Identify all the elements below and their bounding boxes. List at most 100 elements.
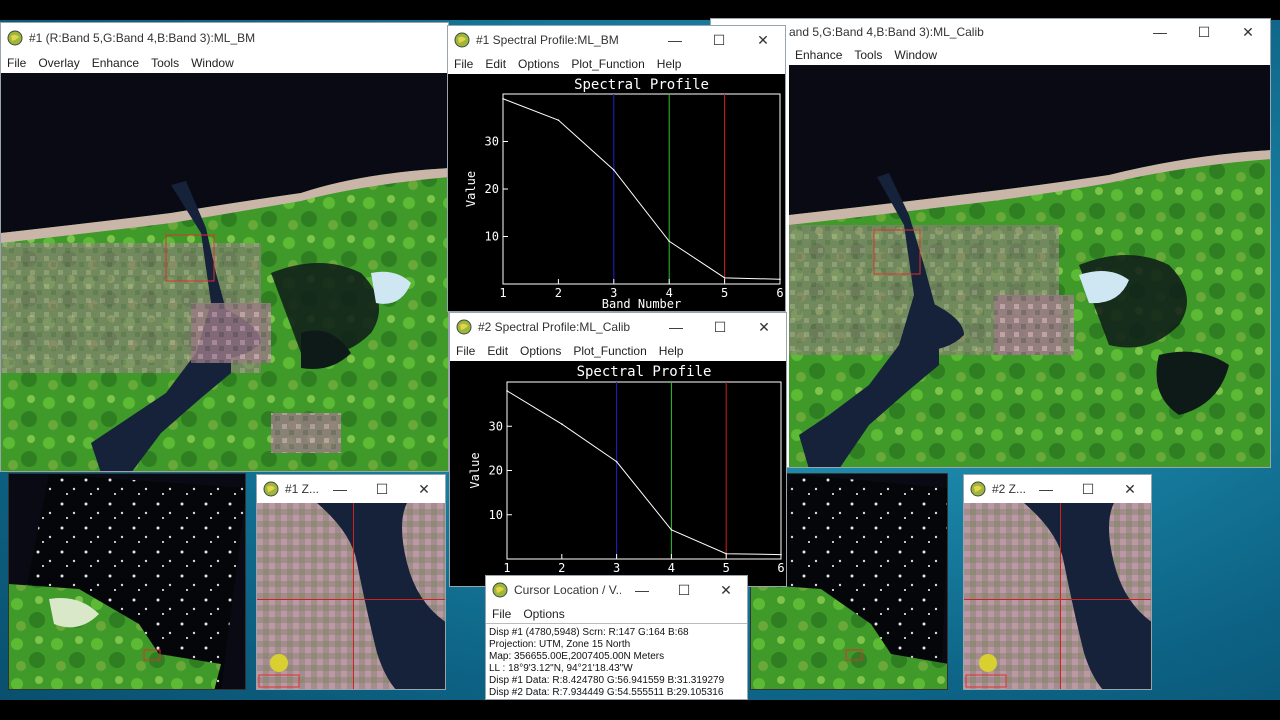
x-tick-label: 2 [558,561,565,575]
zoom-image-2[interactable] [964,503,1151,689]
envi-globe-icon [970,481,986,497]
menu-options[interactable]: Options [512,57,565,71]
zoom-window-2[interactable]: #2 Z... — ☐ ✕ [963,474,1152,690]
image-window-bm-titlebar[interactable]: #1 (R:Band 5,G:Band 4,B:Band 3):ML_BM [1,23,448,53]
image-window-bm[interactable]: #1 (R:Band 5,G:Band 4,B:Band 3):ML_BM Fi… [0,22,449,472]
close-icon[interactable]: ✕ [403,475,445,503]
x-tick-label: 6 [777,561,784,575]
minimize-icon[interactable]: — [621,576,663,604]
spectral-profile-window-1[interactable]: #1 Spectral Profile:ML_BM — ☐ ✕ File Edi… [447,25,786,312]
menu-help[interactable]: Help [651,57,688,71]
zoom-window-2-titlebar[interactable]: #2 Z... — ☐ ✕ [964,475,1151,503]
cursor-location-titlebar[interactable]: Cursor Location / V... — ☐ ✕ [486,576,747,604]
maximize-icon[interactable]: ☐ [663,576,705,604]
menu-tools[interactable]: Tools [145,56,185,70]
menu-options[interactable]: Options [514,344,567,358]
plot-frame [502,93,781,285]
menu-help[interactable]: Help [653,344,690,358]
spectral-profile-2-chart: Spectral Profile 10 20 30 1 2 3 4 5 6 Value [468,364,785,575]
envi-globe-icon [454,32,470,48]
x-tick-label: 2 [555,286,562,300]
x-tick-label: 5 [723,561,730,575]
menu-edit[interactable]: Edit [479,57,512,71]
image-window-bm-title: #1 (R:Band 5,G:Band 4,B:Band 3):ML_BM [29,31,256,45]
x-tick-label: 1 [499,286,506,300]
maximize-icon[interactable]: ☐ [697,26,741,54]
y-tick-label: 20 [489,464,503,478]
close-icon[interactable]: ✕ [1109,475,1151,503]
menu-file[interactable]: File [448,57,479,71]
maximize-icon[interactable]: ☐ [1067,475,1109,503]
menu-file[interactable]: File [450,344,481,358]
satellite-image-bm[interactable] [1,73,448,471]
minimize-icon[interactable]: — [654,313,698,341]
minimize-icon[interactable]: — [1025,475,1067,503]
spectral-profile-1-title: #1 Spectral Profile:ML_BM [476,33,619,47]
data-point [506,390,508,392]
satellite-image-calib[interactable] [789,65,1270,467]
image-window-calib[interactable]: and 5,G:Band 4,B:Band 3):ML_Calib — ☐ ✕ … [710,18,1271,468]
menu-enhance[interactable]: Enhance [789,48,848,62]
image-window-calib-titlebar[interactable]: and 5,G:Band 4,B:Band 3):ML_Calib — ☐ ✕ [711,19,1270,45]
cursor-location-title: Cursor Location / V... [514,583,621,597]
data-point [561,423,563,425]
scroll-window-bm[interactable] [8,473,246,690]
envi-globe-icon [7,30,23,46]
spectral-profile-1-titlebar[interactable]: #1 Spectral Profile:ML_BM — ☐ ✕ [448,26,785,54]
cursor-location-menubar: File Options [486,604,747,624]
menu-file[interactable]: File [1,56,32,70]
menu-options[interactable]: Options [517,607,570,621]
spectral-profile-2-menubar: File Edit Options Plot_Function Help [450,341,786,361]
spectral-profile-1-menubar: File Edit Options Plot_Function Help [448,54,785,74]
x-tick-label: 1 [503,561,510,575]
series-line [502,98,781,280]
cursor-location-window[interactable]: Cursor Location / V... — ☐ ✕ File Option… [485,575,748,700]
maximize-icon[interactable]: ☐ [1182,19,1226,45]
spectral-profile-window-2[interactable]: #2 Spectral Profile:ML_Calib — ☐ ✕ File … [449,312,787,587]
minimize-icon[interactable]: — [653,26,697,54]
minimize-icon[interactable]: — [1138,19,1182,45]
maximize-icon[interactable]: ☐ [361,475,403,503]
menu-plot-function[interactable]: Plot_Function [567,344,652,358]
close-icon[interactable]: ✕ [1226,19,1270,45]
minimize-icon[interactable]: — [319,475,361,503]
menu-window[interactable]: Window [888,48,943,62]
spectral-profile-2-titlebar[interactable]: #2 Spectral Profile:ML_Calib — ☐ ✕ [450,313,786,341]
data-point [780,553,782,556]
zoom-image-1[interactable] [257,503,445,689]
menu-window[interactable]: Window [185,56,240,70]
plot-frame [506,381,782,560]
readout-line: LL : 18°9'3.12"N, 94°21'18.43"W [489,663,633,674]
y-tick-label: 10 [485,230,499,244]
close-icon[interactable]: ✕ [741,26,785,54]
data-point [557,119,560,121]
spectral-profile-2-plot[interactable]: Spectral Profile 10 20 30 1 2 3 4 5 6 Value [450,361,786,586]
readout-line: Disp #1 (4780,5948) Scrn: R:147 G:164 B:… [489,627,689,638]
maximize-icon[interactable]: ☐ [698,313,742,341]
data-point [670,528,673,531]
readout-line: Disp #1 Data: R:8.424780 G:56.941559 B:3… [489,675,725,686]
close-icon[interactable]: ✕ [705,576,747,604]
y-tick-label: 10 [489,508,503,522]
envi-globe-icon [263,481,279,497]
series-line [506,390,782,556]
zoom-crosshair-v [1060,503,1061,689]
zoom-crosshair-h [257,599,445,600]
menu-enhance[interactable]: Enhance [86,56,145,70]
menu-tools[interactable]: Tools [848,48,888,62]
x-tick-label: 6 [776,286,783,300]
y-tick-label: 30 [485,135,499,149]
data-point [502,97,504,100]
zoom-crosshair-v [353,503,354,689]
menu-file[interactable]: File [486,607,517,621]
data-point [779,278,781,281]
menu-overlay[interactable]: Overlay [32,56,85,70]
menu-edit[interactable]: Edit [481,344,514,358]
y-tick-label: 30 [489,419,503,433]
spectral-profile-1-plot[interactable]: Spectral Profile 10 20 30 1 2 3 4 5 6 Value Band Nu… [448,74,785,311]
zoom-window-1[interactable]: #1 Z... — ☐ ✕ [256,474,446,690]
menu-plot-function[interactable]: Plot_Function [565,57,650,71]
zoom-window-1-title: #1 Z... [285,482,319,496]
zoom-window-1-titlebar[interactable]: #1 Z... — ☐ ✕ [257,475,445,503]
close-icon[interactable]: ✕ [742,313,786,341]
